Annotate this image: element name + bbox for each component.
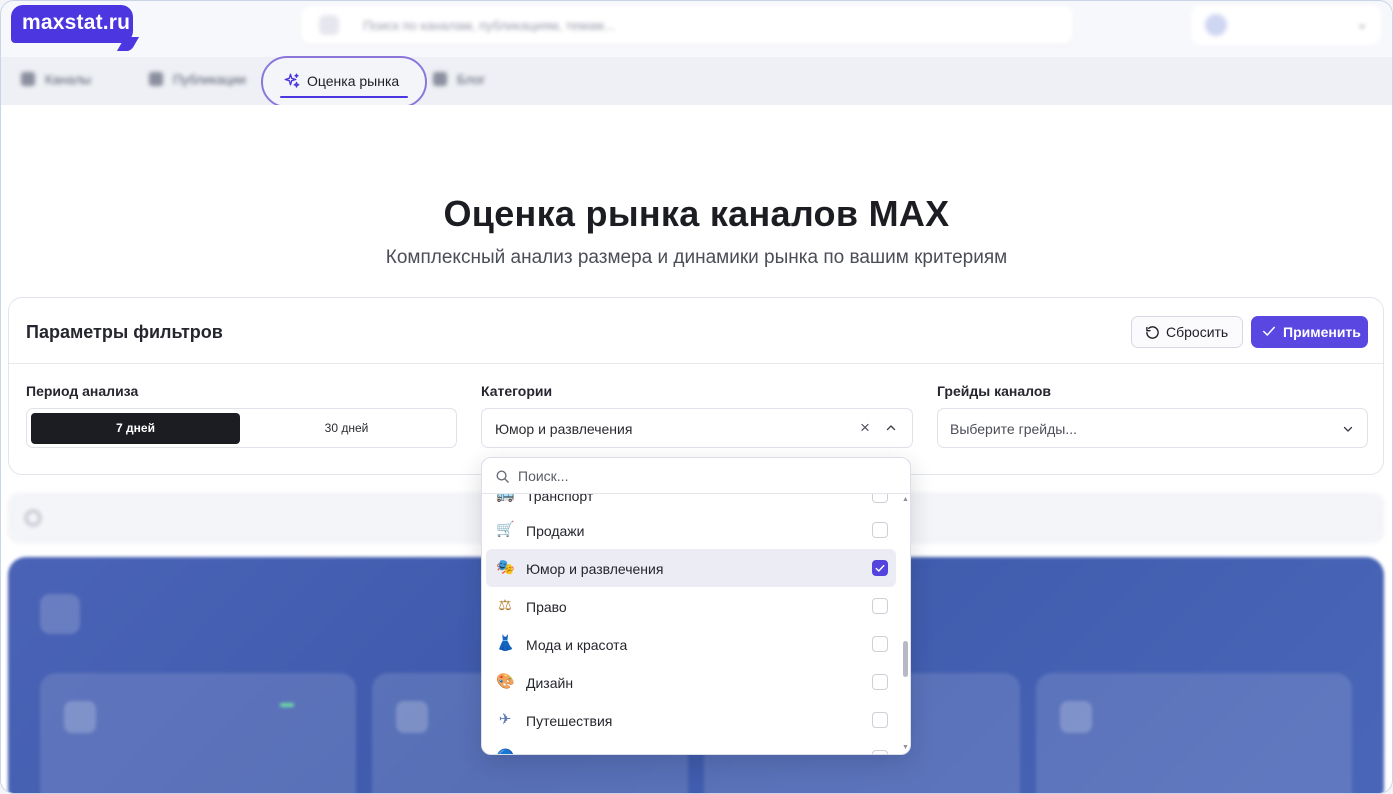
checkbox[interactable] (872, 494, 888, 503)
airplane-icon: ✈ (498, 711, 512, 728)
list-item-design[interactable]: 🎨 Дизайн (486, 663, 896, 701)
reset-button[interactable]: Сбросить (1131, 316, 1243, 348)
scroll-down-icon[interactable]: ▼ (902, 744, 909, 751)
scrollbar[interactable] (900, 494, 910, 754)
top-header: maxstat.ru Поиск по каналам, публикациям… (1, 1, 1392, 57)
checkbox-checked[interactable] (872, 560, 888, 576)
chevron-down-icon (1343, 426, 1353, 432)
period-option-7[interactable]: 7 дней (31, 413, 240, 444)
document-icon (149, 72, 163, 86)
period-option-30[interactable]: 30 дней (240, 413, 453, 444)
filters-header: Параметры фильтров Сбросить Применить (9, 298, 1383, 364)
grid-icon (21, 72, 35, 86)
period-label: Период анализа (26, 383, 139, 399)
dropdown-search (482, 458, 910, 494)
users-icon (396, 701, 428, 733)
list-item-humor[interactable]: 🎭 Юмор и развлечения (486, 549, 896, 587)
tab-label: Блог (457, 72, 486, 87)
page-subtitle: Комплексный анализ размера и динамики ры… (385, 247, 1008, 268)
filters-title: Параметры фильтров (26, 322, 223, 342)
bus-icon: 🚌 (496, 494, 515, 503)
status-badge (280, 703, 294, 707)
avatar (1205, 14, 1227, 36)
filters-card: Параметры фильтров Сбросить Применить Пе… (8, 297, 1384, 475)
chevron-up-icon[interactable] (885, 422, 897, 434)
grades-select[interactable]: Выберите грейды... (937, 408, 1368, 448)
engagement-icon (1060, 701, 1092, 733)
search-icon (496, 470, 509, 483)
reset-label: Сбросить (1166, 324, 1229, 340)
list-item-label: Продажи (526, 523, 585, 539)
palette-icon: 🎨 (496, 673, 515, 690)
dropdown-search-input[interactable] (518, 466, 878, 486)
main-nav: Каналы Публикации Блог (1, 57, 1392, 105)
trend-icon (40, 594, 80, 634)
search-icon (319, 15, 339, 35)
period-toggle: 7 дней 30 дней (26, 408, 457, 448)
channels-icon (64, 701, 96, 733)
categories-list: 🚌 Транспорт 🛒 Продажи 🎭 Юмор и развлечен… (482, 494, 900, 754)
list-item-label: Транспорт (526, 494, 594, 504)
list-item-label: Путешествия (526, 713, 613, 729)
grades-placeholder: Выберите грейды... (950, 421, 1077, 437)
edit-icon (433, 72, 447, 86)
list-item-fashion[interactable]: 👗 Мода и красота (486, 625, 896, 663)
logo[interactable]: maxstat.ru (11, 5, 133, 43)
apply-label: Применить (1283, 324, 1361, 340)
checkbox[interactable] (872, 598, 888, 614)
stat-tile-channels (40, 673, 356, 793)
tab-label: Публикации (173, 72, 246, 87)
chevron-down-icon: ⌄ (1356, 17, 1367, 31)
list-item-travel[interactable]: ✈ Путешествия (486, 701, 896, 739)
global-search-placeholder: Поиск по каналам, публикациям, темам... (363, 18, 615, 33)
list-item-label: Дизайн (526, 675, 574, 691)
tab-label: Оценка рынка (307, 73, 400, 89)
scroll-up-icon[interactable]: ▲ (902, 496, 909, 503)
scales-icon: ⚖ (498, 597, 512, 614)
categories-value: Юмор и развлечения (495, 421, 633, 437)
cart-icon: 🛒 (496, 521, 515, 538)
global-search[interactable]: Поиск по каналам, публикациям, темам... (301, 6, 1073, 44)
checkbox[interactable] (872, 674, 888, 690)
tab-publications[interactable]: Публикации (149, 72, 246, 87)
sparkle-icon (284, 73, 300, 88)
check-icon (1262, 326, 1276, 336)
checkbox[interactable] (872, 750, 888, 754)
categories-select[interactable]: Юмор и развлечения × (481, 408, 913, 448)
globe-icon: 🔵 (496, 749, 515, 754)
list-item-sales[interactable]: 🛒 Продажи (486, 511, 896, 549)
info-icon (25, 510, 41, 526)
grades-label: Грейды каналов (937, 383, 1051, 399)
checkbox[interactable] (872, 522, 888, 538)
apply-button[interactable]: Применить (1251, 316, 1368, 348)
list-item-label: Мода и красота (526, 637, 628, 653)
page-title: Оценка рынка каналов MAX (443, 193, 950, 234)
tab-label: Каналы (45, 72, 92, 87)
active-tab-indicator (280, 96, 408, 98)
reset-icon (1146, 326, 1159, 339)
app-window: maxstat.ru Поиск по каналам, публикациям… (0, 0, 1393, 794)
tab-channels[interactable]: Каналы (21, 72, 91, 87)
check-icon (875, 564, 885, 572)
checkbox[interactable] (872, 712, 888, 728)
list-item-label: Право (526, 599, 567, 615)
clear-icon[interactable]: × (860, 418, 870, 438)
scrollbar-thumb[interactable] (903, 641, 908, 677)
theater-icon: 🎭 (496, 559, 515, 576)
list-item-law[interactable]: ⚖ Право (486, 587, 896, 625)
dress-icon: 👗 (496, 635, 515, 652)
user-menu[interactable]: ⌄ (1191, 5, 1381, 45)
list-item-label: Юмор и развлечения (526, 561, 664, 577)
tab-market-assessment[interactable]: Оценка рынка (261, 56, 427, 108)
checkbox[interactable] (872, 636, 888, 652)
stat-tile-engagement (1036, 673, 1352, 793)
list-item-next[interactable]: 🔵 (486, 739, 896, 754)
tab-blog[interactable]: Блог (433, 72, 485, 87)
categories-label: Категории (481, 383, 553, 399)
categories-dropdown: 🚌 Транспорт 🛒 Продажи 🎭 Юмор и развлечен… (481, 457, 911, 755)
